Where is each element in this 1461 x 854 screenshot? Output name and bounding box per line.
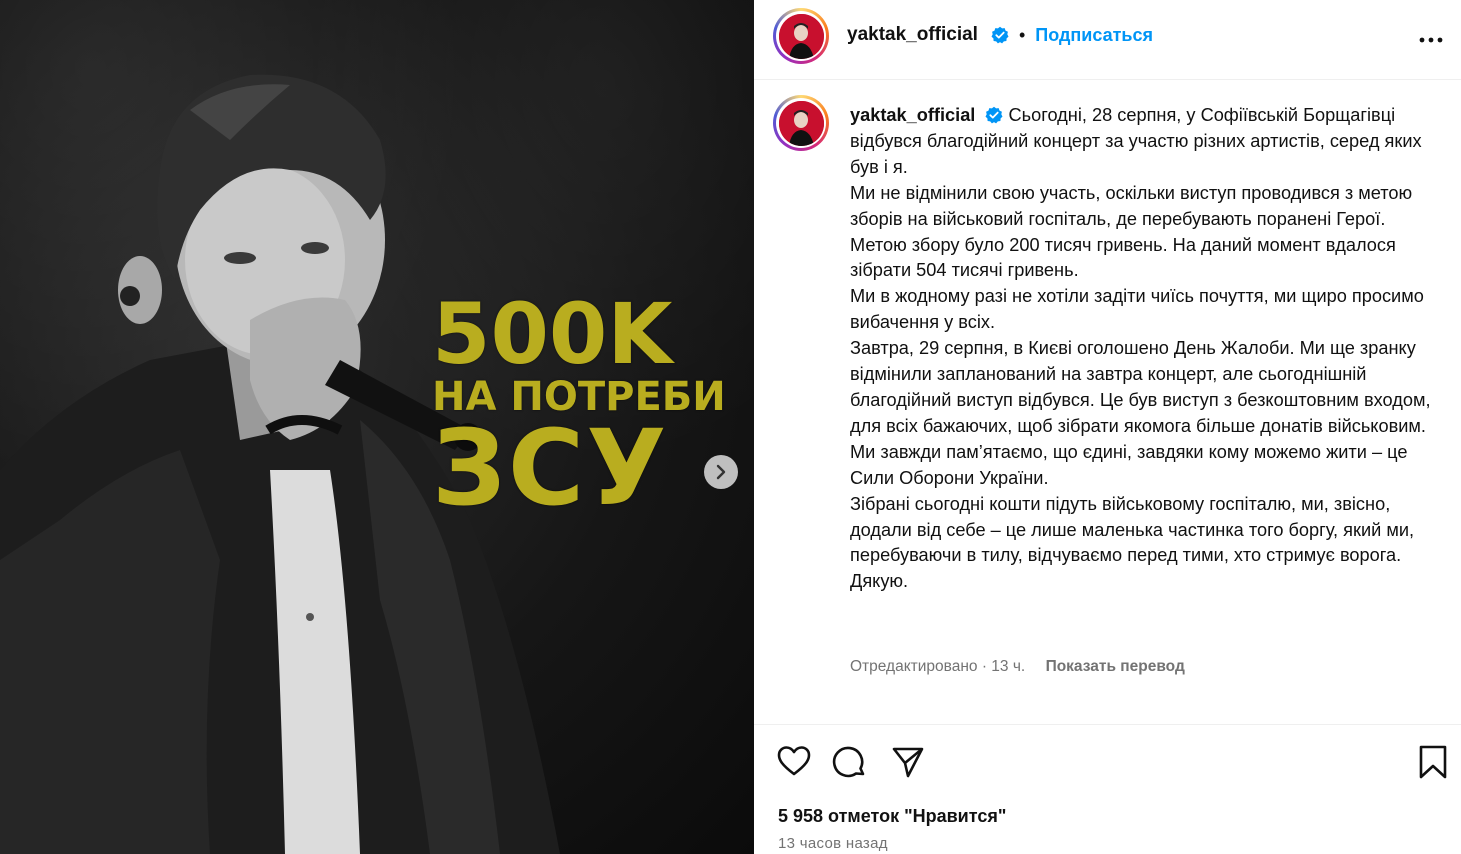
bookmark-icon	[1419, 745, 1447, 779]
post-panel: yaktak_official • Подписаться yaktak_off…	[754, 0, 1461, 854]
caption-meta: Отредактировано · 13 ч. Показать перевод	[850, 658, 1185, 676]
caption-avatar[interactable]	[773, 95, 829, 151]
caption-paragraph: Зібрані сьогодні кошти підуть військовом…	[850, 493, 1415, 566]
header-username[interactable]: yaktak_official	[847, 24, 978, 46]
edited-timestamp: Отредактировано · 13 ч.	[850, 658, 1026, 675]
caption-username[interactable]: yaktak_official	[850, 105, 975, 125]
like-button[interactable]	[776, 744, 812, 785]
caption-paragraph: Дякую.	[850, 571, 909, 592]
caption-paragraph: Ми не відмінили свою участь, оскільки ви…	[850, 182, 1413, 281]
post-media[interactable]: 500K НА ПОТРЕБИ ЗСУ	[0, 0, 754, 854]
show-translation-link[interactable]: Показать перевод	[1046, 658, 1185, 675]
heart-icon	[777, 746, 811, 776]
chevron-right-icon	[716, 464, 726, 480]
save-button[interactable]	[1418, 744, 1448, 785]
action-bar	[776, 744, 1448, 785]
caption-paragraph: Ми в жодному разі не хотіли задіти чиїсь…	[850, 286, 1424, 333]
more-horizontal-icon	[1419, 37, 1443, 43]
share-button[interactable]	[890, 744, 926, 785]
overlay-headline: 500K	[432, 285, 673, 383]
caption-area: yaktak_official Сьогодні, 28 серпня, у С…	[754, 81, 1461, 725]
overlay-tagline: ЗСУ	[432, 407, 669, 529]
subscribe-button[interactable]: Подписаться	[1035, 25, 1153, 46]
post-timestamp[interactable]: 13 часов назад	[778, 835, 888, 852]
share-icon	[892, 747, 924, 778]
more-options-button[interactable]	[1418, 28, 1444, 57]
likes-count[interactable]: 5 958 отметок "Нравится"	[778, 806, 1006, 827]
comment-icon	[832, 746, 865, 778]
post-caption: yaktak_official Сьогодні, 28 серпня, у С…	[850, 103, 1440, 595]
comment-button[interactable]	[832, 744, 868, 785]
caption-paragraph: Ми завжди пам’ятаємо, що єдині, завдяки …	[850, 441, 1408, 488]
verified-badge-icon	[985, 106, 1003, 124]
post-header: yaktak_official • Подписаться	[754, 0, 1461, 80]
avatar[interactable]	[773, 8, 829, 64]
header-separator: •	[1018, 24, 1026, 45]
carousel-next-button[interactable]	[704, 455, 738, 489]
verified-badge-icon	[991, 26, 1009, 44]
caption-paragraph: Завтра, 29 серпня, в Києві оголошено Ден…	[850, 338, 1431, 436]
